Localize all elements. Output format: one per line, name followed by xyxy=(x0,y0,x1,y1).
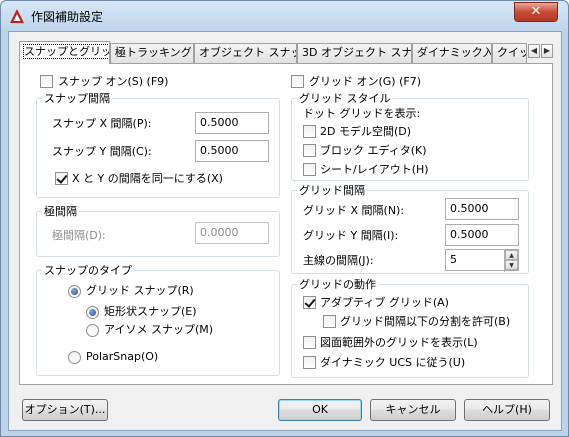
follow-ucs-label: ダイナミック UCS に従う(U) xyxy=(320,356,466,369)
tab-object-snap[interactable]: オブジェクト スナップ xyxy=(194,43,297,63)
tab-label: 3D オブジェクト スナップ xyxy=(302,46,412,59)
tab-dynamic-input[interactable]: ダイナミック入力 xyxy=(412,43,492,63)
snap-x-label: スナップ X 間隔(P): xyxy=(52,117,152,130)
subdivision-label: グリッド間隔以下の分割を許可(B) xyxy=(340,315,511,328)
major-line-label: 主線の間隔(J): xyxy=(303,254,374,267)
snap-type-title: スナップのタイプ xyxy=(42,264,134,277)
polar-distance-input[interactable]: 0.0000 xyxy=(195,222,269,244)
beyond-limits-checkbox[interactable] xyxy=(303,336,316,349)
equal-xy-label: X と Y の間隔を同一にする(X) xyxy=(72,172,223,185)
autocad-logo-icon xyxy=(10,9,24,23)
grid-on-checkbox[interactable] xyxy=(291,75,304,88)
chevron-right-icon: ▶ xyxy=(543,46,551,55)
major-line-spin[interactable]: ▲ ▼ xyxy=(504,250,518,272)
grid-snap-label: グリッド スナップ(R) xyxy=(86,284,194,297)
spin-up-icon[interactable]: ▲ xyxy=(505,250,518,260)
snap-y-label: スナップ Y 間隔(C): xyxy=(52,145,152,158)
snap-on-label: スナップ オン(S) (F9) xyxy=(58,75,169,88)
tab-strip: スナップとグリッド 極トラッキング オブジェクト スナップ 3D オブジェクト … xyxy=(19,41,553,64)
adaptive-grid-label: アダプティブ グリッド(A) xyxy=(320,296,449,309)
cancel-button[interactable]: キャンセル xyxy=(370,399,456,421)
spin-down-icon[interactable]: ▼ xyxy=(505,260,518,270)
grid-style-subtitle: ドット グリッドを表示: xyxy=(303,107,421,120)
title-bar[interactable]: 作図補助設定 ✕ xyxy=(1,1,568,31)
major-line-value: 5 xyxy=(450,253,457,266)
grid-sheet-layout-label: シート/レイアウト(H) xyxy=(320,163,429,176)
grid-y-label: グリッド Y 間隔(I): xyxy=(303,229,399,242)
isometric-snap-label: アイソメ スナップ(M) xyxy=(104,323,214,336)
snap-y-input[interactable]: 0.5000 xyxy=(195,140,269,162)
options-button[interactable]: オプション(T)... xyxy=(22,399,108,421)
isometric-snap-radio[interactable] xyxy=(86,324,99,337)
snap-x-input[interactable]: 0.5000 xyxy=(195,112,269,134)
grid-model-space-checkbox[interactable] xyxy=(303,125,316,138)
polar-snap-radio[interactable] xyxy=(68,351,81,364)
tab-panel-snap-grid: スナップ オン(S) (F9) スナップ間隔 スナップ X 間隔(P): 0.5… xyxy=(19,63,553,385)
tab-label: スナップとグリッド xyxy=(23,44,109,59)
tab-scroll-left-button[interactable]: ◀ xyxy=(528,44,540,58)
tab-label: 極トラッキング xyxy=(115,46,192,59)
grid-style-title: グリッド スタイル xyxy=(297,92,393,105)
rectangular-snap-label: 矩形状スナップ(E) xyxy=(104,305,197,318)
grid-block-editor-label: ブロック エディタ(K) xyxy=(320,144,427,157)
adaptive-grid-checkbox[interactable] xyxy=(303,296,316,309)
tab-scroll-right-button[interactable]: ▶ xyxy=(541,44,553,58)
tab-label: オブジェクト スナップ xyxy=(199,46,296,59)
grid-sheet-layout-checkbox[interactable] xyxy=(303,163,316,176)
grid-x-label: グリッド X 間隔(N): xyxy=(303,204,405,217)
tab-label: クイック xyxy=(497,46,526,59)
polar-snap-label: PolarSnap(O) xyxy=(86,350,159,363)
window-title: 作図補助設定 xyxy=(31,10,104,24)
snap-on-checkbox[interactable] xyxy=(40,75,53,88)
rectangular-snap-radio[interactable] xyxy=(86,306,99,319)
grid-y-input[interactable]: 0.5000 xyxy=(445,224,519,246)
grid-spacing-title: グリッド間隔 xyxy=(297,184,367,197)
grid-x-input[interactable]: 0.5000 xyxy=(445,198,519,220)
grid-behavior-title: グリッドの動作 xyxy=(297,278,378,291)
tab-quick-properties[interactable]: クイック xyxy=(492,43,527,63)
tab-polar-tracking[interactable]: 極トラッキング xyxy=(110,43,194,63)
snap-spacing-title: スナップ間隔 xyxy=(42,92,112,105)
dialog-client: スナップとグリッド 極トラッキング オブジェクト スナップ 3D オブジェクト … xyxy=(8,31,562,431)
equal-xy-checkbox[interactable] xyxy=(55,172,68,185)
tab-label: ダイナミック入力 xyxy=(417,46,491,59)
tab-snap-grid[interactable]: スナップとグリッド xyxy=(19,41,110,64)
close-button[interactable]: ✕ xyxy=(514,2,558,22)
follow-ucs-checkbox[interactable] xyxy=(303,356,316,369)
grid-block-editor-checkbox[interactable] xyxy=(303,144,316,157)
ok-button[interactable]: OK xyxy=(278,399,362,421)
polar-distance-label: 極間隔(D): xyxy=(52,229,106,242)
close-icon: ✕ xyxy=(530,4,542,19)
chevron-left-icon: ◀ xyxy=(530,46,538,55)
major-line-stepper[interactable]: 5 ▲ ▼ xyxy=(445,249,519,272)
tab-3d-object-snap[interactable]: 3D オブジェクト スナップ xyxy=(297,43,412,63)
subdivision-checkbox[interactable] xyxy=(323,315,336,328)
dialog-window: 作図補助設定 ✕ スナップとグリッド 極トラッキング オブジェクト スナップ 3… xyxy=(0,0,569,437)
grid-snap-radio[interactable] xyxy=(68,285,81,298)
grid-model-space-label: 2D モデル空間(D) xyxy=(320,125,412,138)
polar-spacing-title: 極間隔 xyxy=(42,205,79,218)
grid-on-label: グリッド オン(G) (F7) xyxy=(309,75,422,88)
beyond-limits-label: 図面範囲外のグリッドを表示(L) xyxy=(320,336,478,349)
help-button[interactable]: ヘルプ(H) xyxy=(464,399,550,421)
